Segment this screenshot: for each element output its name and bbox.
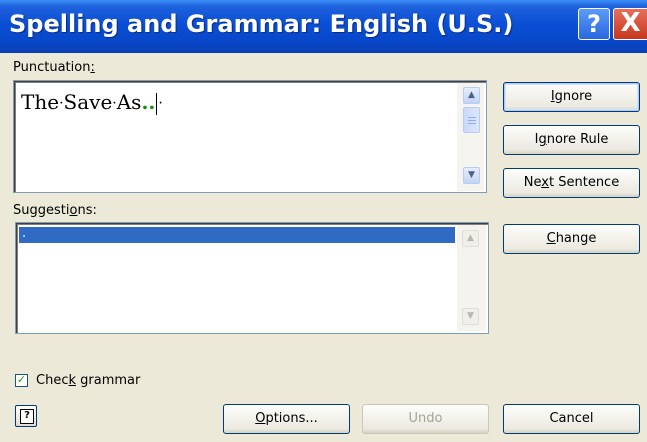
grip-line bbox=[468, 120, 476, 121]
ignore-rule-button[interactable]: Ignore Rule bbox=[503, 125, 640, 155]
arrow-down-icon: ▼ bbox=[468, 170, 475, 180]
close-icon: X bbox=[620, 8, 641, 38]
next-sentence-button[interactable]: Next Sentence bbox=[503, 168, 640, 198]
word: The bbox=[21, 90, 60, 114]
help-icon: ? bbox=[20, 409, 34, 424]
title-bar: Spelling and Grammar: English (U.S.) ? X bbox=[0, 0, 647, 53]
scroll-thumb[interactable] bbox=[463, 107, 480, 133]
close-button[interactable]: X bbox=[613, 8, 647, 40]
checkmark-icon: ✓ bbox=[16, 373, 27, 386]
sentence-text[interactable]: The·Save·As.. · bbox=[21, 90, 163, 115]
space-mark: · bbox=[158, 95, 163, 112]
grip-line bbox=[468, 117, 476, 118]
check-grammar-label[interactable]: Check grammar bbox=[36, 373, 140, 388]
suggestion-text: . bbox=[22, 226, 27, 241]
grammar-error-marks: .. bbox=[141, 90, 156, 114]
scroll-up-button[interactable]: ▲ bbox=[463, 87, 480, 104]
office-assistant-button[interactable]: ? bbox=[15, 405, 37, 427]
scroll-down-button[interactable]: ▼ bbox=[463, 167, 480, 184]
arrow-up-icon: ▲ bbox=[467, 233, 474, 243]
word: As bbox=[116, 90, 142, 114]
grip-line bbox=[468, 123, 476, 124]
suggestions-label: Suggestions: bbox=[13, 203, 97, 218]
suggestions-scroll-down: ▼ bbox=[462, 308, 479, 325]
suggestions-scroll-up: ▲ bbox=[462, 230, 479, 247]
ignore-button[interactable]: Ignore bbox=[503, 82, 640, 112]
arrow-down-icon: ▼ bbox=[467, 311, 474, 321]
undo-button: Undo bbox=[362, 404, 489, 434]
suggestion-item-selected[interactable]: . bbox=[19, 227, 455, 243]
help-button[interactable]: ? bbox=[578, 8, 610, 40]
cancel-button[interactable]: Cancel bbox=[503, 404, 640, 434]
check-grammar-checkbox[interactable]: ✓ bbox=[15, 374, 28, 387]
word: Save bbox=[63, 90, 113, 114]
arrow-up-icon: ▲ bbox=[468, 90, 475, 100]
options-button[interactable]: Options... bbox=[223, 404, 350, 434]
punctuation-label: Punctuation: bbox=[13, 60, 95, 75]
dialog-title: Spelling and Grammar: English (U.S.) bbox=[9, 10, 514, 38]
question-icon: ? bbox=[587, 10, 601, 38]
change-button[interactable]: Change bbox=[503, 224, 640, 254]
